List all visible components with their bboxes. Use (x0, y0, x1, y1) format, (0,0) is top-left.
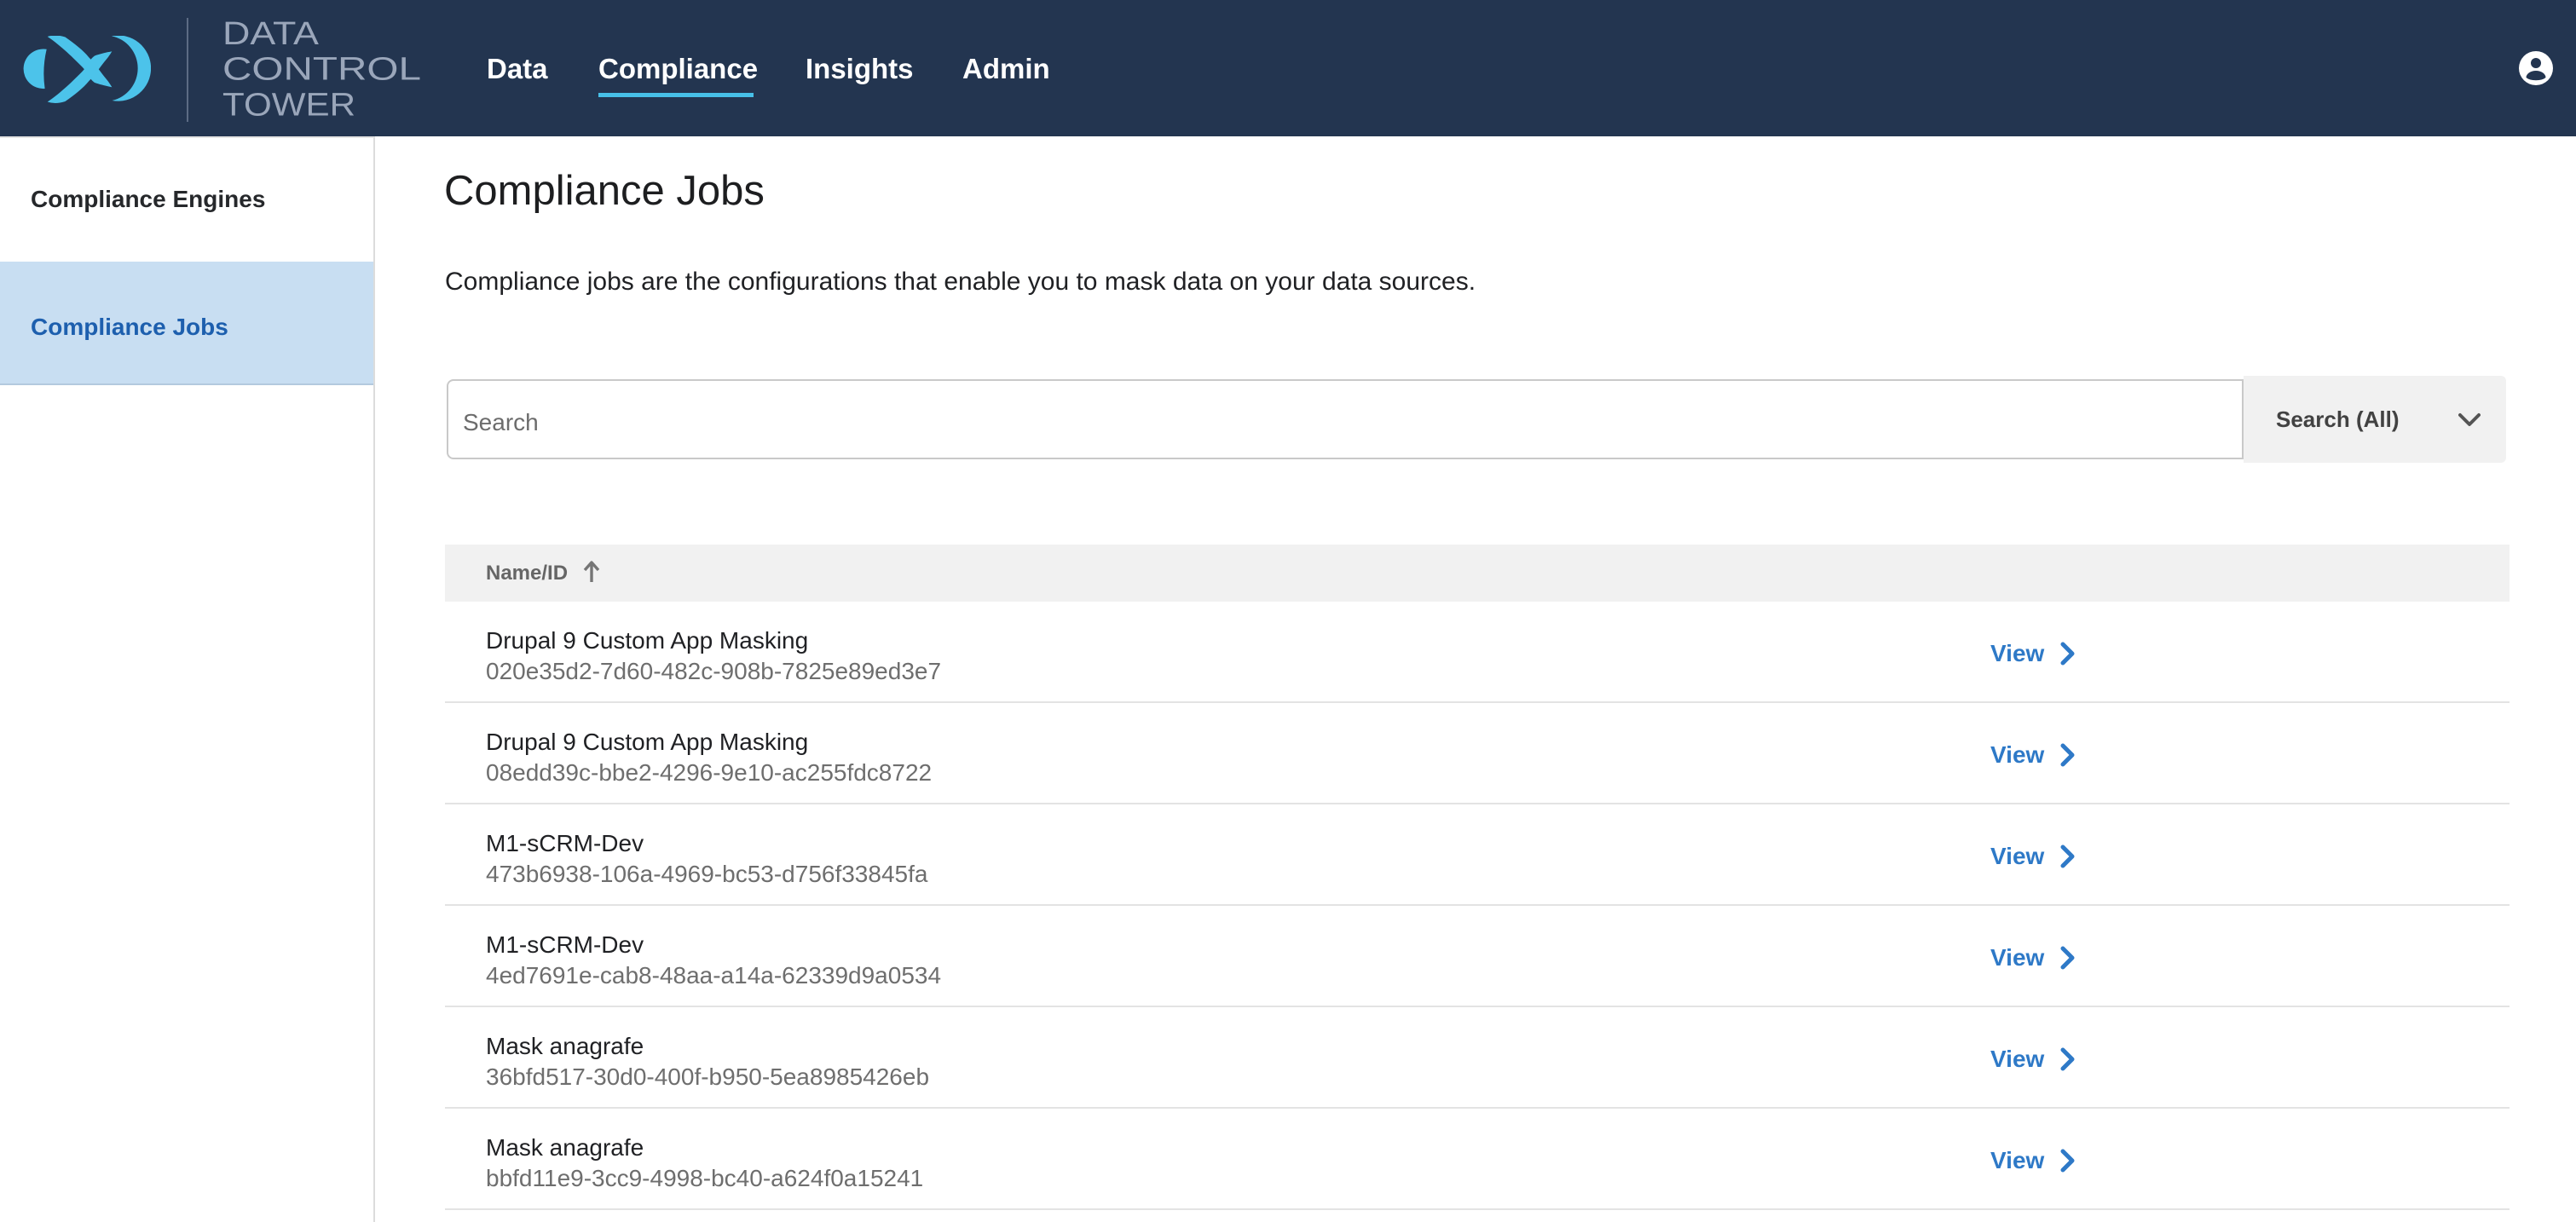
svg-text:DATA: DATA (222, 16, 320, 52)
svg-text:TOWER: TOWER (222, 87, 355, 123)
svg-text:CONTROL: CONTROL (222, 52, 421, 88)
